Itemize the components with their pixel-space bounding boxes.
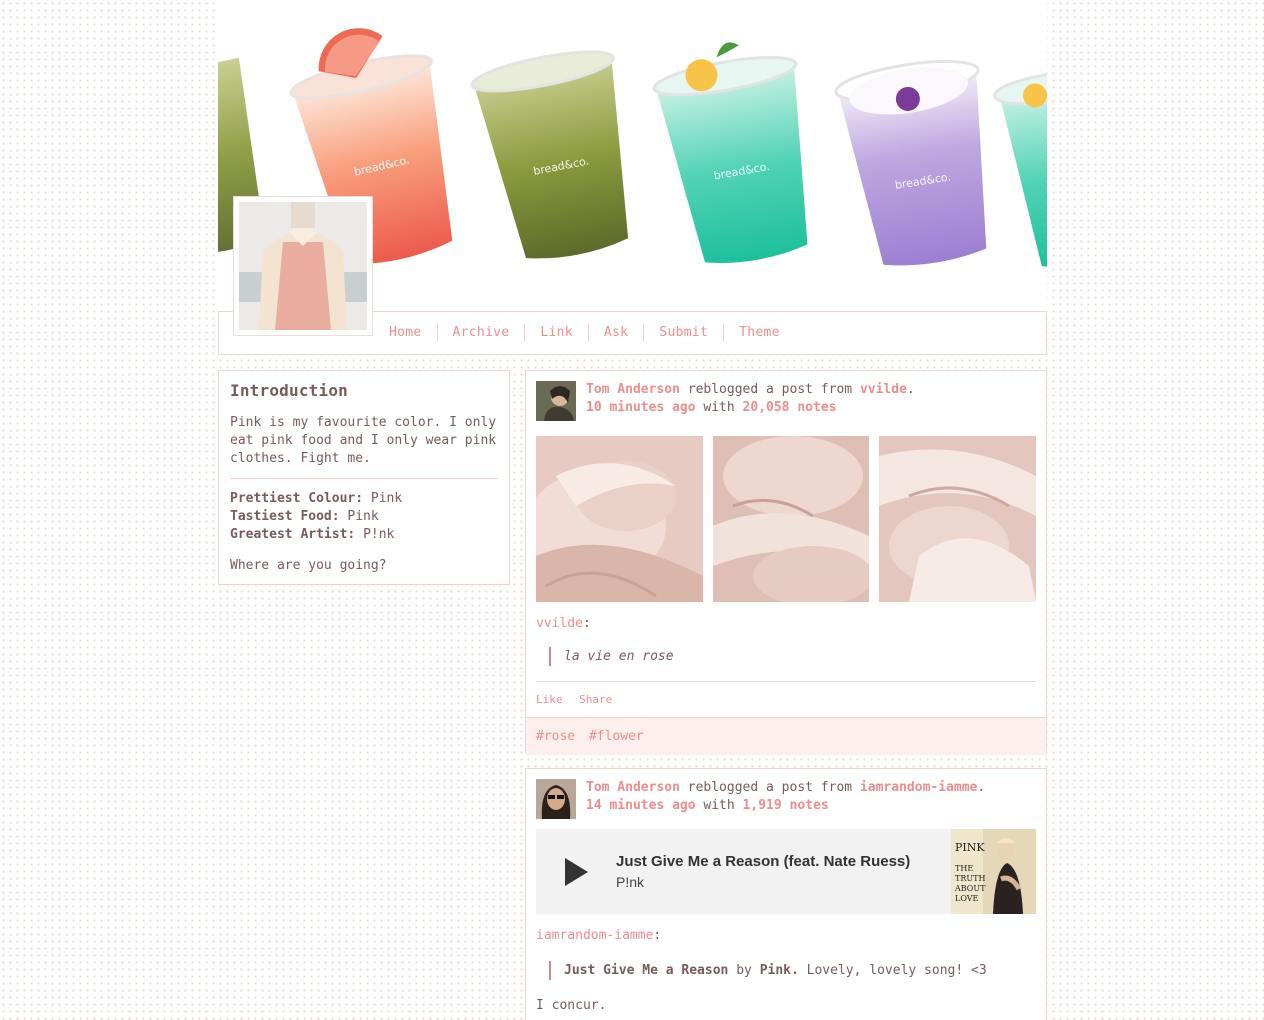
stat-food: Tastiest Food: Pink — [230, 509, 379, 524]
tag-link[interactable]: #rose — [536, 729, 575, 744]
post-header: Tom Anderson reblogged a post from iamra… — [526, 769, 1046, 819]
quote-song: Just Give Me a Reason — [564, 963, 729, 978]
svg-text:PINK: PINK — [955, 841, 985, 854]
reblog-comment: I concur. — [536, 998, 607, 1013]
author-link[interactable]: Tom Anderson — [586, 780, 680, 795]
album-art[interactable]: PINK THE TRUTH ABOUT LOVE — [951, 829, 1036, 914]
like-button[interactable]: Like — [536, 693, 563, 706]
svg-text:LOVE: LOVE — [955, 894, 979, 903]
quote-source-link[interactable]: vvilde — [536, 616, 583, 631]
tag-link[interactable]: #flower — [589, 729, 644, 744]
track-artist: P!nk — [616, 874, 645, 890]
with-text: with — [703, 798, 735, 813]
photo-rose-1[interactable] — [536, 436, 703, 602]
post-photoset: Tom Anderson reblogged a post from vvild… — [525, 370, 1047, 755]
nav-theme-link[interactable]: Theme — [723, 324, 795, 342]
post-time-link[interactable]: 10 minutes ago — [586, 400, 696, 415]
post-header: Tom Anderson reblogged a post from vvild… — [526, 371, 1046, 421]
nav-link-link[interactable]: Link — [524, 324, 588, 342]
author-avatar[interactable] — [536, 381, 576, 421]
svg-text:THE: THE — [955, 864, 973, 873]
reblog-text: reblogged a post from — [687, 382, 853, 397]
page-container: bread&co. bread&co. bread&co. bread&co. … — [218, 0, 1047, 1020]
quote-source: iamrandom-iamme: — [536, 928, 662, 943]
photoset — [526, 421, 1046, 602]
source-link[interactable]: iamrandom-iamme — [860, 780, 977, 795]
share-button[interactable]: Share — [579, 693, 612, 706]
track-title: Just Give Me a Reason (feat. Nate Ruess) — [616, 853, 911, 870]
post-audio: Tom Anderson reblogged a post from iamra… — [525, 768, 1047, 1020]
quote-source-link[interactable]: iamrandom-iamme — [536, 928, 653, 943]
audio-player: Just Give Me a Reason (feat. Nate Ruess)… — [536, 829, 1036, 914]
notes-link[interactable]: 1,919 notes — [743, 798, 829, 813]
nav-home-link[interactable]: Home — [374, 324, 437, 342]
post-meta: Tom Anderson reblogged a post from vvild… — [586, 382, 915, 415]
track-info: Just Give Me a Reason (feat. Nate Ruess)… — [616, 853, 910, 890]
post-time-link[interactable]: 14 minutes ago — [586, 798, 696, 813]
play-button[interactable] — [536, 857, 616, 887]
quote-source: vvilde: — [536, 616, 591, 631]
quote-artist: Pink. — [759, 963, 799, 978]
quote-by: by — [736, 963, 752, 978]
quote-block: la vie en rose — [549, 647, 1036, 666]
svg-text:ABOUT: ABOUT — [954, 884, 986, 893]
with-text: with — [703, 400, 735, 415]
blog-avatar-image — [239, 202, 367, 330]
post-meta: Tom Anderson reblogged a post from iamra… — [586, 780, 986, 813]
svg-text:TRUTH: TRUTH — [955, 874, 985, 883]
reblog-text: reblogged a post from — [687, 780, 853, 795]
source-link[interactable]: vvilde — [860, 382, 907, 397]
sidebar-introduction: Introduction Pink is my favourite color.… — [218, 370, 510, 585]
quote-block: Just Give Me a Reason by Pink. Lovely, l… — [549, 961, 1036, 980]
author-avatar[interactable] — [536, 779, 576, 819]
photo-rose-3[interactable] — [879, 436, 1036, 602]
quote-rest: Lovely, lovely song! <3 — [806, 963, 987, 978]
nav-submit-link[interactable]: Submit — [643, 324, 723, 342]
stat-colour: Prettiest Colour: Pink — [230, 491, 403, 506]
photo-rose-2[interactable] — [713, 436, 869, 602]
nav-ask-link[interactable]: Ask — [587, 324, 643, 342]
sidebar-stats: Prettiest Colour: Pink Tastiest Food: Pi… — [230, 490, 498, 544]
author-link[interactable]: Tom Anderson — [586, 382, 680, 397]
sidebar-divider — [230, 478, 498, 479]
blog-avatar[interactable] — [233, 196, 373, 336]
play-icon — [565, 857, 588, 886]
nav-archive-link[interactable]: Archive — [436, 324, 525, 342]
sidebar-title: Introduction — [230, 381, 348, 400]
post-actions: Like Share — [536, 681, 1036, 717]
notes-link[interactable]: 20,058 notes — [743, 400, 837, 415]
stat-artist: Greatest Artist: P!nk — [230, 527, 395, 542]
post-tags: #rose #flower — [526, 717, 1046, 755]
sidebar-bio: Pink is my favourite color. I only eat p… — [230, 415, 497, 466]
sidebar-where: Where are you going? — [230, 558, 387, 573]
